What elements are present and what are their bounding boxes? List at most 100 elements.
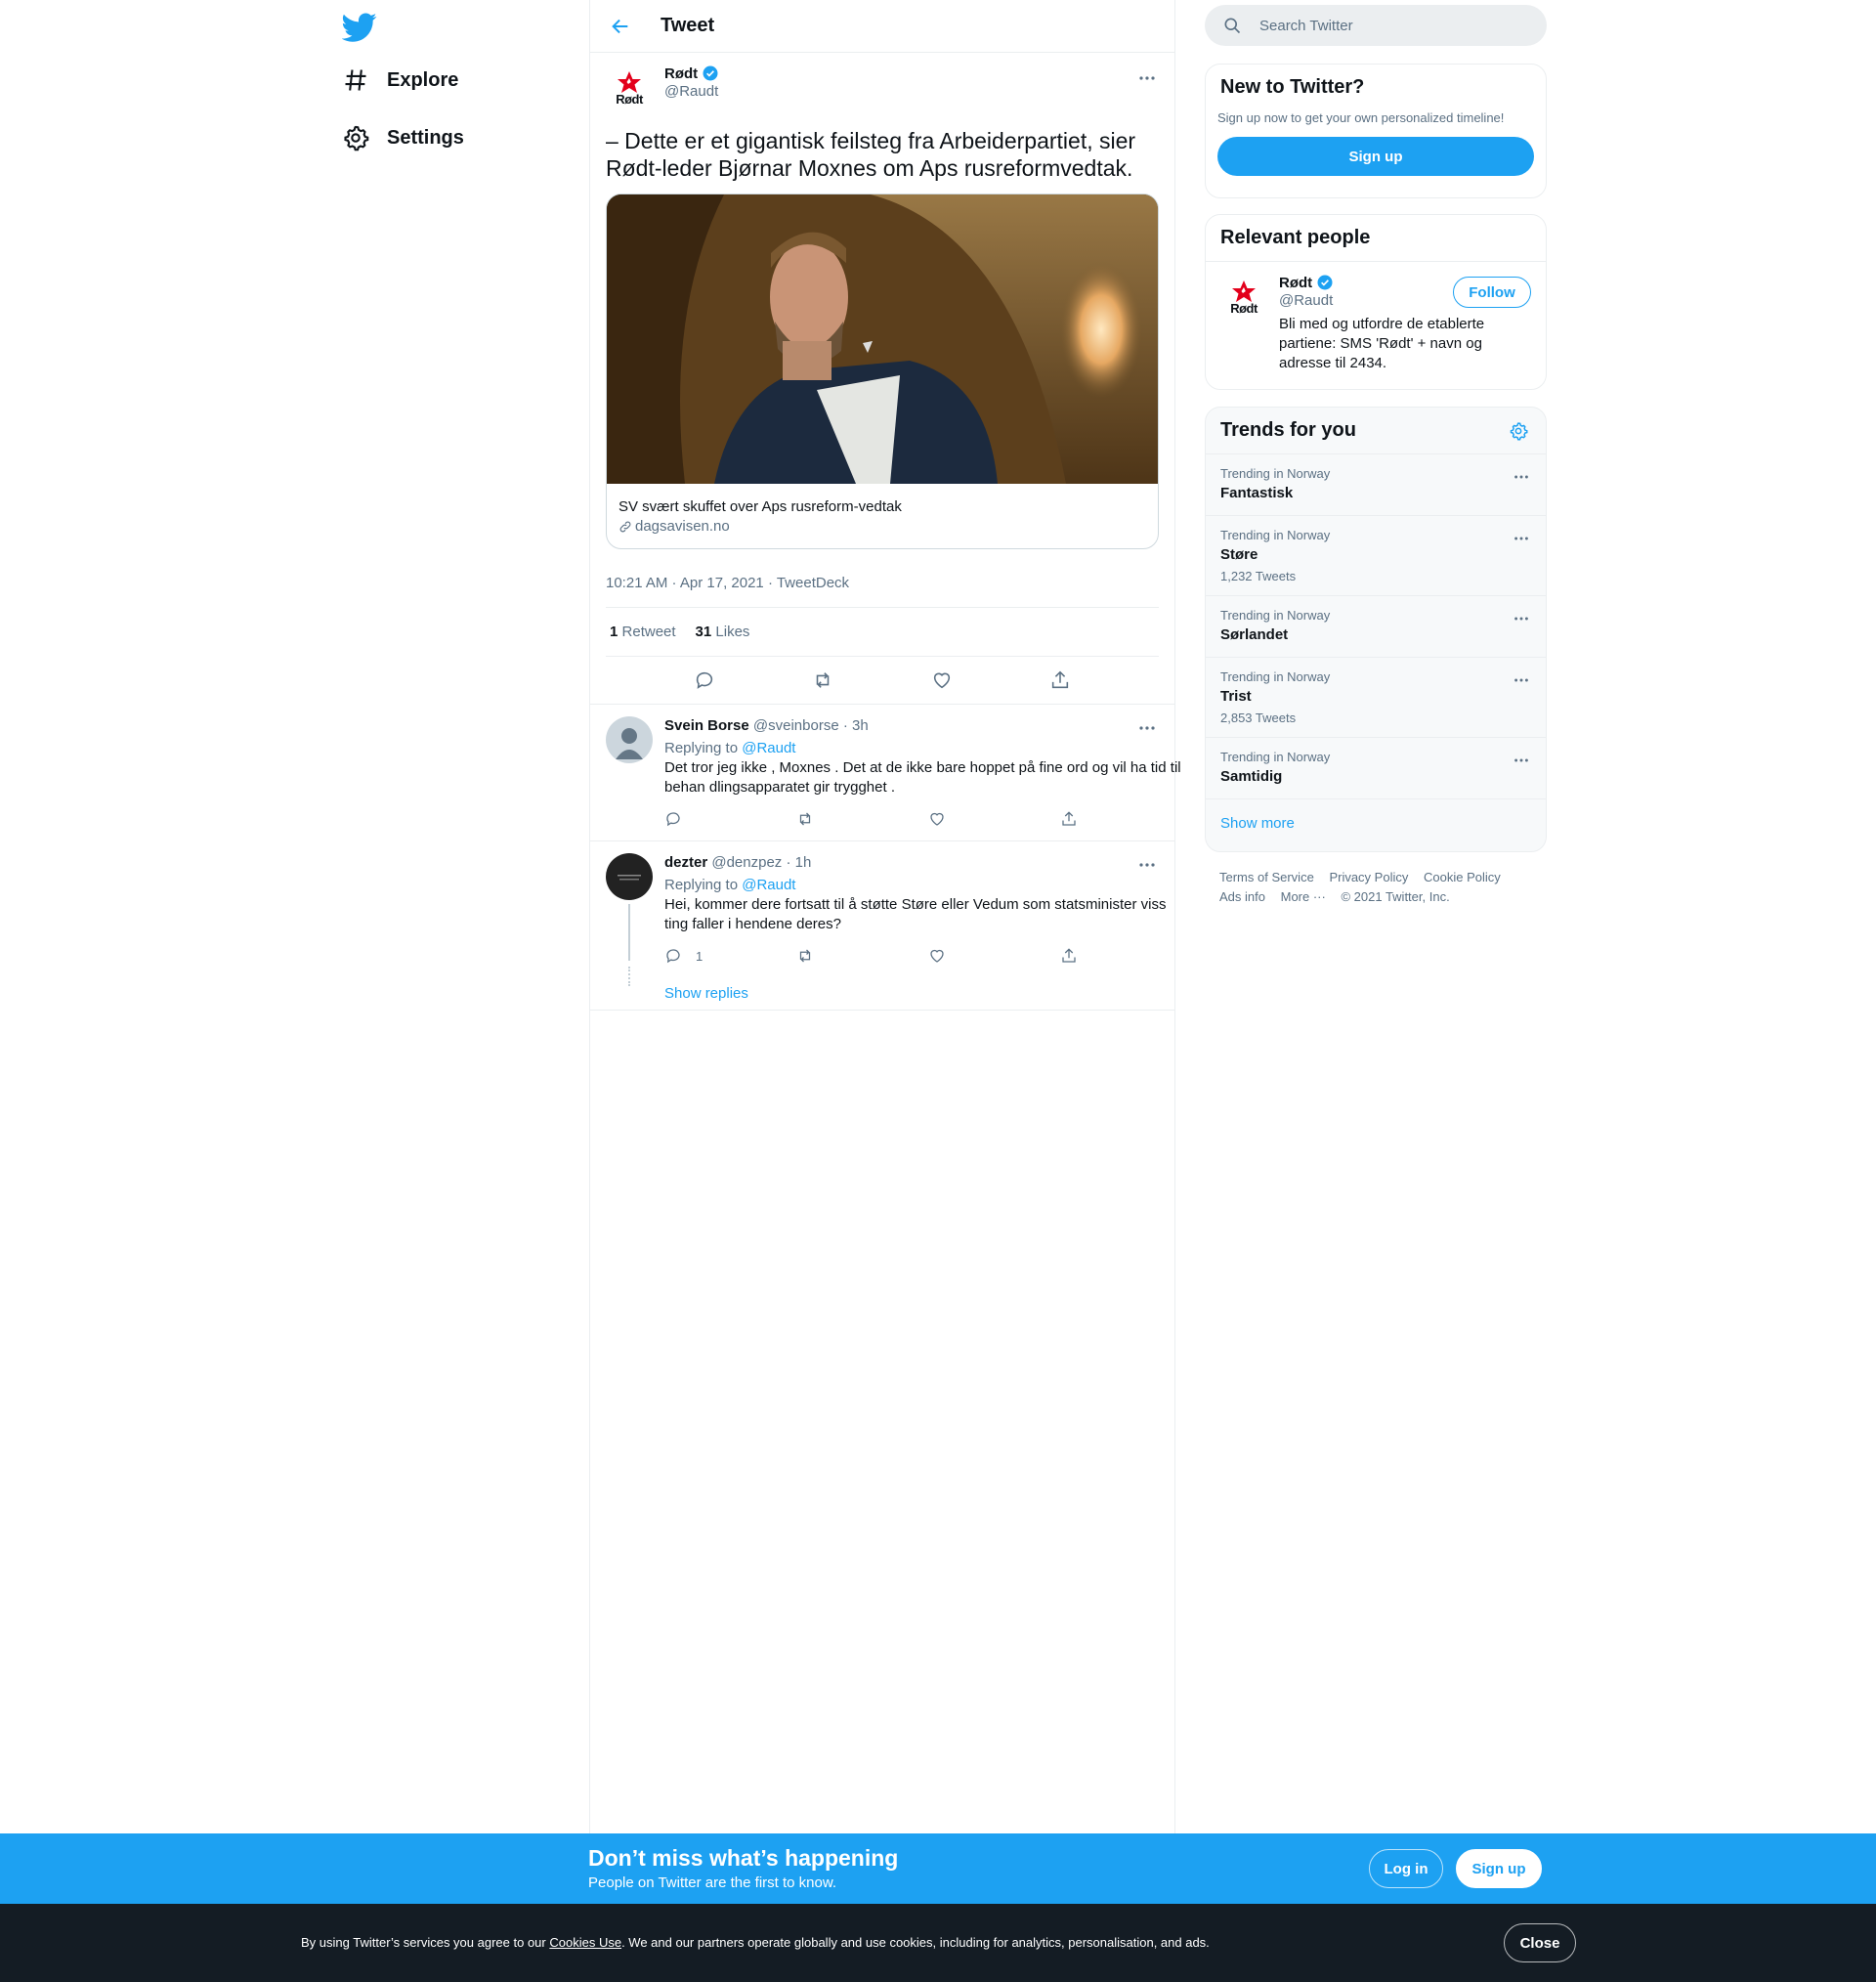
follow-button[interactable]: Follow xyxy=(1453,277,1531,308)
reply-icon xyxy=(664,947,682,965)
share-icon xyxy=(1060,810,1078,828)
trend-item[interactable]: Trending in Norway Sørlandet xyxy=(1206,595,1546,657)
replying-to-link[interactable]: @Raudt xyxy=(742,740,795,756)
retweet-icon xyxy=(796,810,814,828)
avatar[interactable]: Rødt xyxy=(1220,274,1267,321)
retweet-label: Retweet xyxy=(621,624,676,640)
more-icon[interactable] xyxy=(1511,468,1532,486)
trend-context: Trending in Norway xyxy=(1220,528,1331,542)
more-icon[interactable] xyxy=(1511,530,1532,547)
signup-button[interactable]: Sign up xyxy=(1456,1849,1542,1888)
like-icon xyxy=(928,947,946,965)
more-icon[interactable] xyxy=(1511,671,1532,689)
nav-explore[interactable]: Explore xyxy=(342,55,458,106)
reply-author[interactable]: Svein Borse @sveinborse · 3h xyxy=(664,716,1192,736)
trends-header: Trends for you xyxy=(1206,408,1546,453)
like-button[interactable] xyxy=(928,947,1060,965)
reply-author-name: Svein Borse xyxy=(664,717,749,734)
login-button[interactable]: Log in xyxy=(1369,1849,1443,1888)
reply-count: 1 xyxy=(696,948,704,964)
trend-count: 2,853 Tweets xyxy=(1220,711,1297,725)
card-domain-row: dagsavisen.no xyxy=(618,517,1146,537)
author-handle[interactable]: @Raudt xyxy=(664,82,719,102)
reply-handle-time: @denzpez · 1h xyxy=(711,854,812,871)
main-tweet: Rødt Rødt @Raudt – Dette er et gigantisk… xyxy=(590,53,1174,704)
reply-author[interactable]: dezter @denzpez · 1h xyxy=(664,853,1192,873)
avatar-logo-text: Rødt xyxy=(616,91,643,107)
footer-cookie[interactable]: Cookie Policy xyxy=(1424,870,1501,884)
more-icon[interactable] xyxy=(1135,718,1159,738)
cookie-link[interactable]: Cookies Use xyxy=(549,1935,621,1950)
show-more-link[interactable]: Show more xyxy=(1220,815,1295,832)
reply-tweet[interactable]: Svein Borse @sveinborse · 3h Replying to… xyxy=(590,704,1181,840)
author-name-text: Rødt xyxy=(664,65,699,82)
more-icon[interactable] xyxy=(1135,68,1159,88)
cookie-bar: By using Twitter’s services you agree to… xyxy=(0,1904,1876,1982)
show-replies-link[interactable]: Show replies xyxy=(664,985,748,1002)
trend-item[interactable]: Trending in Norway Samtidig xyxy=(1206,737,1546,798)
person-name-text: Rødt xyxy=(1279,274,1313,291)
reply-button[interactable] xyxy=(664,810,796,828)
retweet-icon[interactable] xyxy=(812,669,833,691)
search-bar[interactable]: Search Twitter xyxy=(1205,5,1547,46)
cookie-text: By using Twitter’s services you agree to… xyxy=(301,1935,1210,1950)
tweet-meta[interactable]: 10:21 AM · Apr 17, 2021 · TweetDeck xyxy=(606,575,1159,608)
reply-button[interactable]: 1 xyxy=(664,947,796,965)
back-arrow-icon[interactable] xyxy=(610,16,631,37)
gear-icon[interactable] xyxy=(1509,421,1528,441)
trend-name: Samtidig xyxy=(1220,768,1283,785)
close-button[interactable]: Close xyxy=(1504,1923,1576,1962)
avatar[interactable]: Rødt xyxy=(606,65,653,111)
retweet-button[interactable] xyxy=(796,947,928,965)
reply-tweet[interactable]: dezter @denzpez · 1h Replying to @Raudt … xyxy=(590,840,1174,1011)
more-icon[interactable] xyxy=(1135,855,1159,875)
relevant-people-box: Relevant people Rødt Rødt @Raudt Bli med… xyxy=(1205,214,1547,390)
like-icon xyxy=(928,810,946,828)
verified-icon xyxy=(702,65,719,82)
search-input[interactable]: Search Twitter xyxy=(1259,18,1353,34)
hashtag-icon xyxy=(342,66,369,94)
reply-icon[interactable] xyxy=(694,669,715,691)
reply-handle-time: @sveinborse · 3h xyxy=(752,717,869,734)
footer-ads[interactable]: Ads info xyxy=(1219,889,1265,904)
trend-name: Støre xyxy=(1220,546,1258,563)
tweet-stats: 1 Retweet 31 Likes xyxy=(606,608,1159,657)
author-name[interactable]: Rødt xyxy=(664,65,719,82)
card-title: SV svært skuffet over Aps rusreform-vedt… xyxy=(618,498,902,515)
trend-context: Trending in Norway xyxy=(1220,669,1331,684)
avatar[interactable] xyxy=(606,716,653,763)
replying-prefix: Replying to xyxy=(664,740,739,756)
footer-terms[interactable]: Terms of Service xyxy=(1219,870,1314,884)
trend-item[interactable]: Trending in Norway Støre 1,232 Tweets xyxy=(1206,515,1546,595)
twitter-logo-icon[interactable] xyxy=(342,10,377,45)
box-subtitle: Sign up now to get your own personalized… xyxy=(1217,110,1505,125)
new-to-twitter-box: New to Twitter? Sign up now to get your … xyxy=(1205,64,1547,198)
nav-settings[interactable]: Settings xyxy=(342,112,464,163)
share-icon[interactable] xyxy=(1049,669,1071,691)
like-icon[interactable] xyxy=(931,669,953,691)
replying-to-link[interactable]: @Raudt xyxy=(742,877,795,893)
footer-privacy[interactable]: Privacy Policy xyxy=(1329,870,1408,884)
avatar[interactable] xyxy=(606,853,653,900)
link-card[interactable]: SV svært skuffet over Aps rusreform-vedt… xyxy=(606,194,1159,549)
retweet-stat[interactable]: 1 Retweet xyxy=(610,624,676,640)
share-button[interactable] xyxy=(1060,810,1192,828)
retweet-button[interactable] xyxy=(796,810,928,828)
card-image xyxy=(607,194,1158,484)
share-button[interactable] xyxy=(1060,947,1192,965)
like-stat[interactable]: 31 Likes xyxy=(696,624,750,640)
reply-icon xyxy=(664,810,682,828)
trend-item[interactable]: Trending in Norway Trist 2,853 Tweets xyxy=(1206,657,1546,737)
signup-button[interactable]: Sign up xyxy=(1217,137,1534,176)
more-icon[interactable] xyxy=(1511,610,1532,627)
more-icon[interactable] xyxy=(1511,752,1532,769)
retweet-icon xyxy=(796,947,814,965)
like-button[interactable] xyxy=(928,810,1060,828)
nav-explore-label: Explore xyxy=(387,68,459,91)
trend-item[interactable]: Trending in Norway Fantastisk xyxy=(1206,453,1546,515)
trends-box: Trends for you Trending in Norway Fantas… xyxy=(1205,407,1547,852)
box-title: Relevant people xyxy=(1206,215,1546,262)
retweet-count: 1 xyxy=(610,624,618,640)
footer-more[interactable]: More ··· xyxy=(1281,889,1326,904)
like-count: 31 xyxy=(695,624,712,640)
